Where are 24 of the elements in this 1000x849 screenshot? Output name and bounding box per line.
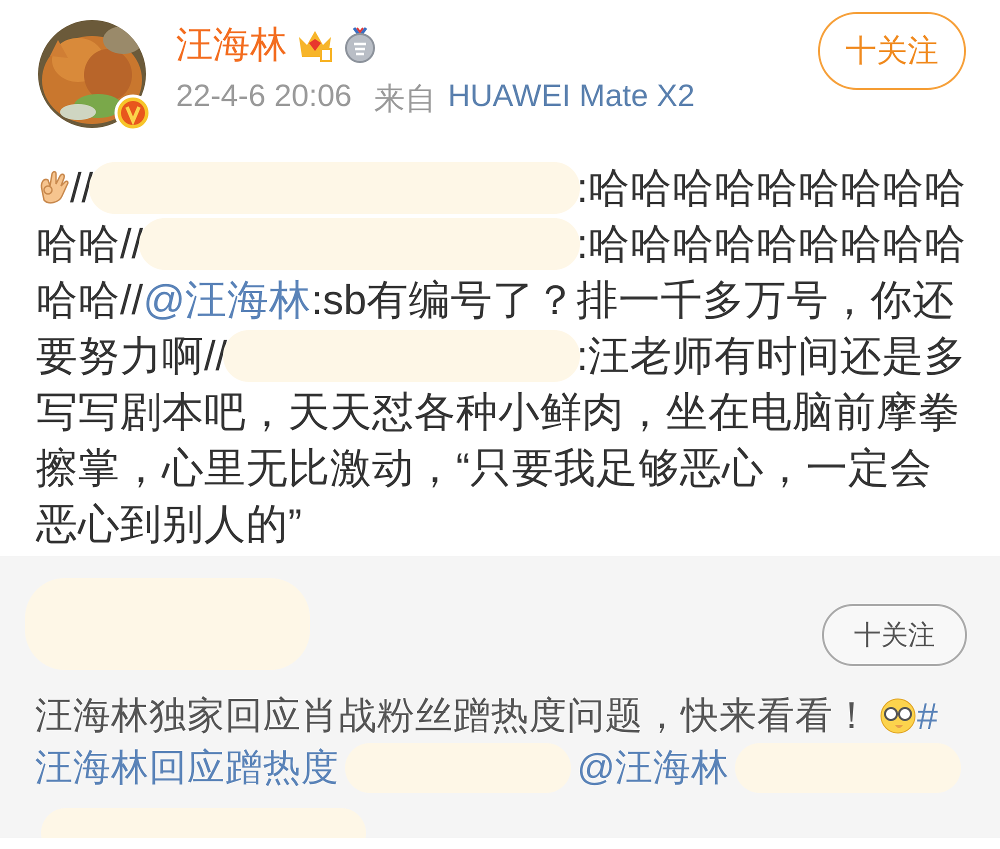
follow-button[interactable]: 十关注: [822, 604, 967, 666]
post-text: 哈哈//: [36, 275, 144, 325]
post-text: 哈哈//: [36, 219, 144, 269]
post-text: :汪老师有时间还是多: [576, 331, 966, 381]
post-text: 要努力啊//: [36, 331, 228, 381]
author-name[interactable]: 汪海林: [176, 20, 287, 70]
post-text: :sb有编号了？排一千多万号，你还: [311, 275, 955, 325]
post-text: 恶心到别人的”: [36, 499, 302, 549]
post-text: 擦掌，心里无比激动，“只要我足够恶心，一定会: [36, 443, 932, 493]
mention-link[interactable]: #: [917, 694, 938, 738]
post-text: 汪海林独家回应肖战粉丝蹭热度问题，快来看看！: [35, 693, 871, 738]
source-label: 来自: [374, 80, 436, 118]
medal-icon: [343, 26, 377, 64]
post-text: :哈哈哈哈哈哈哈哈哈: [576, 163, 966, 213]
follow-button[interactable]: 十关注: [818, 12, 966, 90]
mention-link[interactable]: 汪海林回应蹭热度: [35, 743, 339, 793]
post-text: //: [70, 164, 94, 212]
post-text: :哈哈哈哈哈哈哈哈哈: [576, 219, 966, 269]
mention-link[interactable]: @汪海林: [576, 743, 730, 793]
mention-link[interactable]: @汪海林: [143, 272, 312, 328]
glasses-face-icon: [879, 697, 917, 735]
source-device[interactable]: HUAWEI Mate X2: [448, 78, 695, 120]
post-time: 22-4-6 20:06: [176, 78, 352, 115]
post-text: 写写剧本吧，天天怼各种小鲜肉，坐在电脑前摩拳: [36, 387, 960, 437]
